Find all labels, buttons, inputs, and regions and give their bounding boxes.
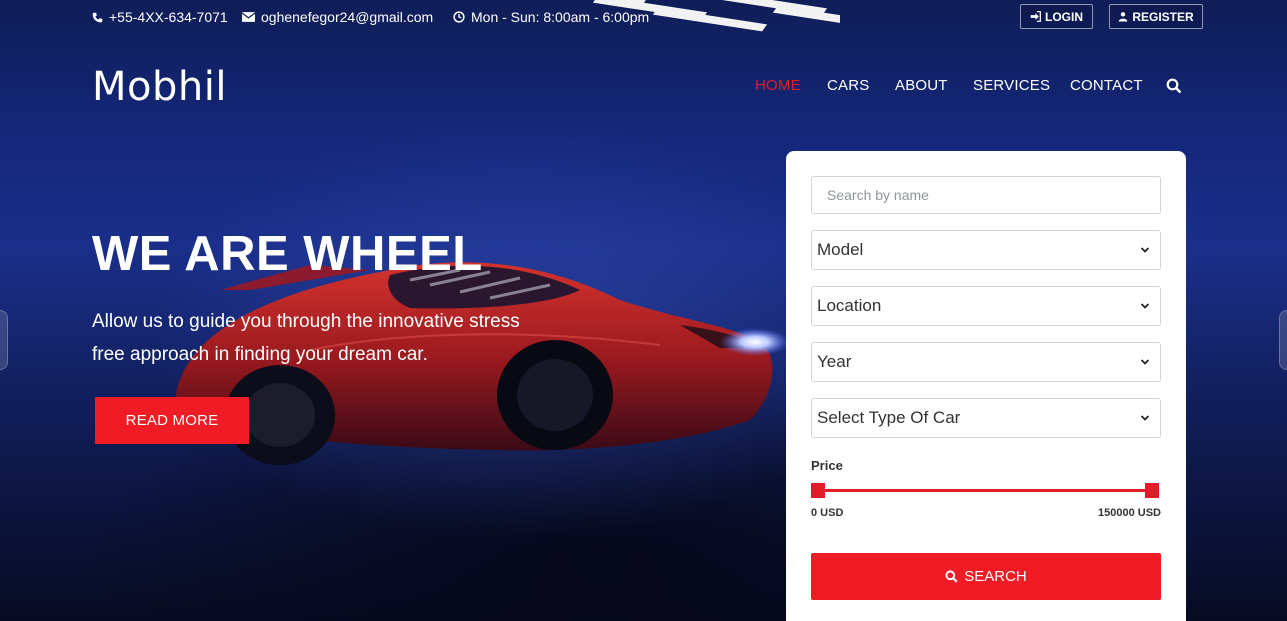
register-label: REGISTER <box>1132 9 1194 24</box>
search-name-input[interactable]: Search by name <box>811 176 1161 214</box>
hero-headline: WE ARE WHEEL <box>92 227 483 281</box>
chevron-down-icon <box>1140 359 1150 365</box>
hero-subcopy: Allow us to guide you through the innova… <box>92 305 562 371</box>
hero-subcopy-line2: free approach in finding your dream car. <box>92 344 428 365</box>
search-name-placeholder: Search by name <box>827 187 929 203</box>
read-more-button[interactable]: READ MORE <box>95 397 249 444</box>
price-range-track[interactable] <box>816 489 1151 492</box>
user-icon <box>1118 12 1128 22</box>
site-logo[interactable]: Mobhil <box>92 64 227 110</box>
search-submit-button[interactable]: SEARCH <box>811 553 1161 600</box>
hours-text: Mon - Sun: 8:00am - 6:00pm <box>471 9 650 25</box>
price-min-handle[interactable] <box>811 483 825 498</box>
price-max-handle[interactable] <box>1145 483 1159 498</box>
nav-home[interactable]: HOME <box>755 77 801 94</box>
chevron-down-icon <box>1140 415 1150 421</box>
email-address: oghenefegor24@gmail.com <box>261 9 434 25</box>
car-search-card: Search by name Model Location Year Selec… <box>786 151 1186 621</box>
contact-phone: +55-4XX-634-7071 <box>92 9 228 25</box>
clock-icon <box>453 11 465 23</box>
car-type-select-value: Select Type Of Car <box>817 408 961 427</box>
nav-contact[interactable]: CONTACT <box>1070 77 1143 94</box>
envelope-icon <box>242 12 255 22</box>
year-select-value: Year <box>817 352 852 371</box>
login-button[interactable]: LOGIN <box>1020 4 1093 29</box>
sign-in-icon <box>1030 11 1041 22</box>
nav-about[interactable]: ABOUT <box>895 77 948 94</box>
price-min-value: 0 USD <box>811 507 844 519</box>
year-select[interactable]: Year <box>811 342 1161 382</box>
slider-prev-handle[interactable] <box>0 310 8 370</box>
top-bar: +55-4XX-634-7071 oghenefegor24@gmail.com… <box>0 0 1287 34</box>
chevron-down-icon <box>1140 247 1150 253</box>
nav-cars[interactable]: CARS <box>827 77 869 94</box>
chevron-down-icon <box>1140 303 1150 309</box>
register-button[interactable]: REGISTER <box>1109 4 1203 29</box>
search-icon <box>945 570 958 583</box>
hero-subcopy-line1: Allow us to guide you through the innova… <box>92 311 520 332</box>
search-icon[interactable] <box>1166 78 1182 94</box>
location-select[interactable]: Location <box>811 286 1161 326</box>
model-select-value: Model <box>817 240 864 259</box>
login-label: LOGIN <box>1045 9 1083 24</box>
model-select[interactable]: Model <box>811 230 1161 270</box>
price-label: Price <box>811 458 843 473</box>
contact-email[interactable]: oghenefegor24@gmail.com <box>242 9 433 25</box>
nav-services[interactable]: SERVICES <box>973 77 1050 94</box>
business-hours: Mon - Sun: 8:00am - 6:00pm <box>453 9 649 25</box>
search-submit-label: SEARCH <box>964 568 1027 585</box>
location-select-value: Location <box>817 296 882 315</box>
slider-next-handle[interactable] <box>1279 310 1287 370</box>
car-type-select[interactable]: Select Type Of Car <box>811 398 1161 438</box>
phone-number: +55-4XX-634-7071 <box>109 9 228 25</box>
price-max-value: 150000 USD <box>1098 507 1161 519</box>
phone-icon <box>92 12 103 22</box>
